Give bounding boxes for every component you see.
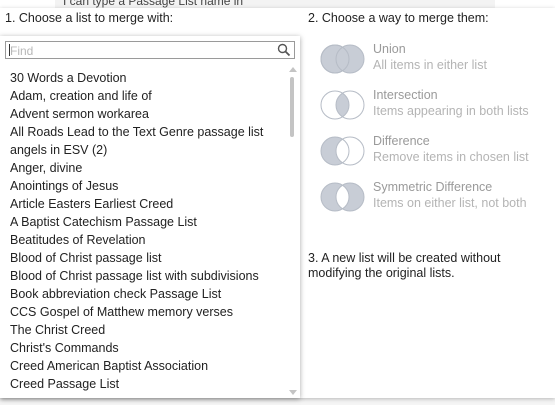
option-description: All items in either list	[373, 58, 487, 72]
option-title: Difference	[373, 134, 430, 148]
option-description: Remove items in chosen list	[373, 150, 529, 164]
list-scrollbar[interactable]	[287, 67, 298, 395]
list-item[interactable]: Christ's Commands	[10, 339, 285, 357]
merge-option-symmetric-difference[interactable]: Symmetric Difference Items on either lis…	[320, 180, 550, 216]
list-item[interactable]: A Baptist Catechism Passage List	[10, 213, 285, 231]
step3-note: 3. A new list will be created without mo…	[308, 251, 501, 280]
list-item[interactable]: Article Easters Earliest Creed	[10, 195, 285, 213]
list-item[interactable]: Blood of Christ passage list	[10, 249, 285, 267]
intersection-venn-icon	[320, 90, 365, 120]
scrollbar-thumb[interactable]	[290, 77, 294, 137]
list-item[interactable]: Beatitudes of Revelation	[10, 231, 285, 249]
passage-list-items: 30 Words a Devotion Adam, creation and l…	[10, 69, 285, 393]
find-input[interactable]	[6, 43, 270, 59]
step2-heading: 2. Choose a way to merge them:	[308, 11, 489, 25]
step1-heading: 1. Choose a list to merge with:	[5, 11, 174, 25]
list-item[interactable]: Advent sermon workarea	[10, 105, 285, 123]
scroll-up-arrow-icon[interactable]	[289, 67, 297, 72]
find-field	[5, 41, 295, 59]
list-item[interactable]: All Roads Lead to the Text Genre passage…	[10, 123, 285, 141]
list-item[interactable]: angels in ESV (2)	[10, 141, 285, 159]
option-description: Items on either list, not both	[373, 196, 527, 210]
list-item[interactable]: Book abbreviation check Passage List	[10, 285, 285, 303]
merge-option-intersection[interactable]: Intersection Items appearing in both lis…	[320, 88, 550, 124]
background-field-text: I can type a Passage List name in	[63, 0, 244, 8]
list-item[interactable]: The Christ Creed	[10, 321, 285, 339]
list-item[interactable]: Adam, creation and life of	[10, 87, 285, 105]
merge-option-difference[interactable]: Difference Remove items in chosen list	[320, 134, 550, 170]
list-item[interactable]: Anointings of Jesus	[10, 177, 285, 195]
list-item[interactable]: Anger, divine	[10, 159, 285, 177]
option-title: Symmetric Difference	[373, 180, 493, 194]
option-title: Intersection	[373, 88, 438, 102]
text-cursor	[9, 44, 10, 56]
list-item[interactable]: CCS Gospel of Matthew memory verses	[10, 303, 285, 321]
list-item[interactable]: 30 Words a Devotion	[10, 69, 285, 87]
list-item[interactable]: Blood of Christ passage list with subdiv…	[10, 267, 285, 285]
option-description: Items appearing in both lists	[373, 104, 529, 118]
symmetric-difference-venn-icon	[320, 182, 365, 212]
list-item[interactable]: Creed Passage List	[10, 375, 285, 393]
difference-venn-icon	[320, 136, 365, 166]
union-venn-icon	[320, 44, 365, 74]
option-title: Union	[373, 42, 406, 56]
background-bottom	[0, 398, 555, 405]
merge-option-union[interactable]: Union All items in either list	[320, 42, 550, 78]
list-chooser: 30 Words a Devotion Adam, creation and l…	[0, 36, 300, 398]
list-item[interactable]: Creed American Baptist Association	[10, 357, 285, 375]
search-icon[interactable]	[277, 43, 291, 57]
merge-lists-popup: 1. Choose a list to merge with: 2. Choos…	[0, 8, 555, 398]
scroll-down-arrow-icon[interactable]	[289, 390, 297, 395]
